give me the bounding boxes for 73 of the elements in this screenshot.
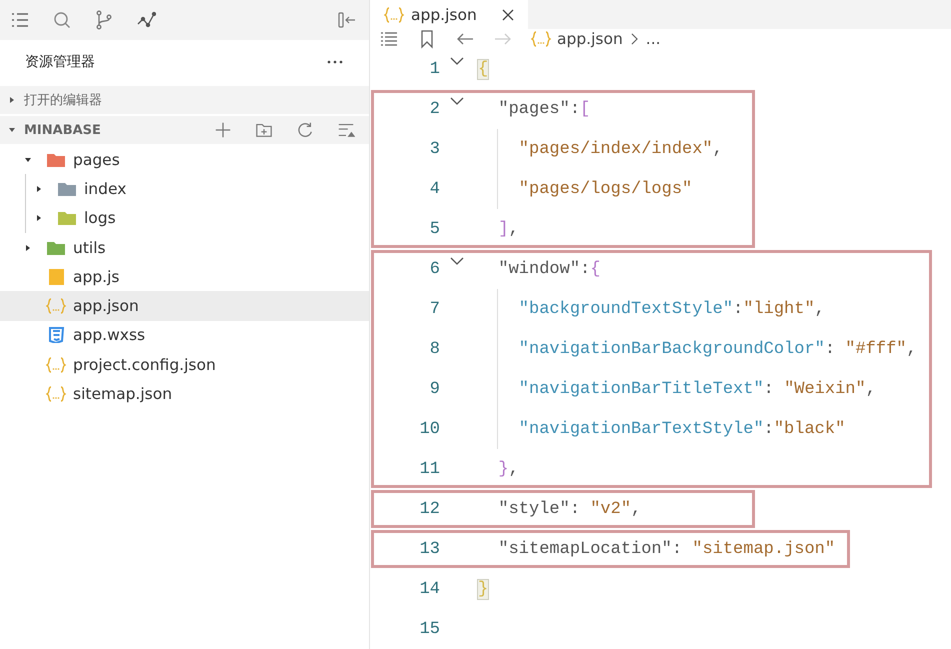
- code-line: "pages":[: [497, 100, 590, 118]
- code-line: "navigationBarTitleText": "Weixin",: [518, 380, 876, 398]
- graph-icon[interactable]: [136, 10, 156, 30]
- search-icon[interactable]: [52, 10, 72, 30]
- json-file-icon: [46, 298, 66, 314]
- code-line: },: [497, 460, 519, 478]
- caret-icon: [35, 184, 43, 193]
- line-number: 3: [428, 140, 440, 158]
- folder-icon: [57, 180, 77, 197]
- fold-chevron-icon[interactable]: [450, 57, 464, 65]
- section-header[interactable]: MINABASE: [0, 116, 369, 144]
- caret-icon: [8, 126, 16, 134]
- code-line: "pages/index/index",: [518, 140, 723, 158]
- json-file-icon: [531, 31, 551, 47]
- tree-item[interactable]: project.config.json: [0, 350, 369, 380]
- line-number: 11: [418, 460, 440, 478]
- tree-item[interactable]: utils: [0, 232, 369, 262]
- explorer-title: 资源管理器: [25, 53, 96, 71]
- line-number: 6: [428, 260, 440, 278]
- tree-item[interactable]: app.wxss: [0, 320, 369, 350]
- fold-chevron-icon[interactable]: [450, 257, 464, 265]
- line-number: 8: [428, 340, 440, 358]
- breadcrumb-item[interactable]: ...: [646, 30, 661, 48]
- plus-icon[interactable]: [214, 121, 232, 139]
- code-line: "navigationBarTextStyle":"black": [518, 420, 846, 438]
- code-line: "backgroundTextStyle":"light",: [518, 300, 825, 318]
- folder-icon: [57, 210, 77, 226]
- caret-icon: [24, 244, 32, 252]
- fold-chevron-icon[interactable]: [450, 97, 464, 105]
- caret-icon: [35, 214, 43, 222]
- json-file-icon: [46, 356, 66, 373]
- line-number: 12: [418, 500, 440, 518]
- line-number: 2: [428, 100, 440, 118]
- chevron-right-icon: [630, 33, 638, 45]
- line-number: 4: [428, 180, 440, 198]
- branch-icon[interactable]: [94, 10, 114, 30]
- json-file-icon: [46, 386, 66, 402]
- section-header[interactable]: 打开的编辑器: [0, 86, 369, 114]
- line-number: 14: [418, 580, 440, 598]
- refresh-icon[interactable]: [296, 121, 314, 139]
- close-icon[interactable]: [502, 8, 514, 20]
- folder-icon: [46, 152, 66, 168]
- tree-item[interactable]: index: [0, 174, 369, 204]
- code-line: "window":{: [497, 260, 600, 278]
- js-file-icon: [46, 268, 66, 285]
- more-icon[interactable]: [327, 60, 343, 64]
- new-folder-icon[interactable]: [255, 121, 273, 139]
- code-line: "pages/logs/logs": [518, 180, 692, 198]
- editor-tab[interactable]: app.json: [370, 0, 528, 29]
- tree-item[interactable]: app.json: [0, 291, 369, 321]
- tree-item[interactable]: sitemap.json: [0, 379, 369, 409]
- caret-icon: [24, 156, 32, 164]
- css-file-icon: [46, 327, 66, 344]
- line-number: 5: [428, 220, 440, 238]
- collapse-panel-icon[interactable]: [337, 10, 357, 30]
- line-number: 9: [428, 380, 440, 398]
- breadcrumb-item[interactable]: app.json: [557, 30, 623, 48]
- code-line: "navigationBarBackgroundColor": "#fff",: [518, 340, 917, 358]
- code-line: "style": "v2",: [497, 500, 642, 518]
- folder-icon: [46, 240, 66, 256]
- tree-item[interactable]: app.js: [0, 262, 369, 292]
- tree-item[interactable]: pages: [0, 145, 369, 174]
- line-number: 15: [418, 620, 440, 638]
- line-number: 1: [428, 60, 440, 78]
- line-number: 10: [418, 420, 440, 438]
- code-line: "sitemapLocation": "sitemap.json": [497, 540, 836, 558]
- code-line: ],: [497, 220, 519, 238]
- tree-item[interactable]: logs: [0, 204, 369, 233]
- line-number: 13: [418, 540, 440, 558]
- json-file-icon: [384, 6, 404, 22]
- caret-icon: [8, 96, 16, 104]
- collapse-all-icon[interactable]: [337, 121, 355, 139]
- line-number: 7: [428, 300, 440, 318]
